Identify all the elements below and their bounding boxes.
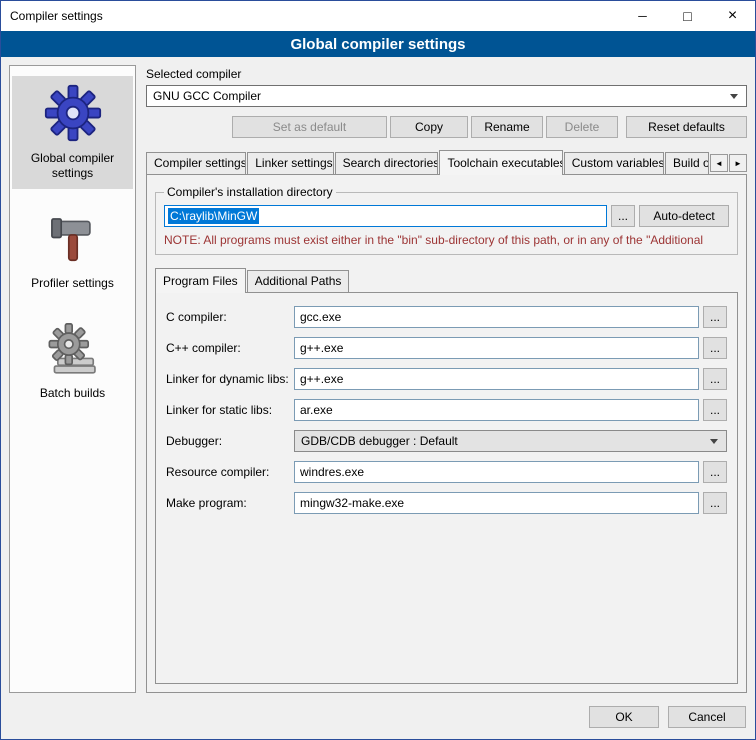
installation-directory-row: C:\raylib\MinGW ... Auto-detect	[164, 205, 729, 227]
resource-compiler-browse-button[interactable]: ...	[703, 461, 727, 483]
tab-scroll-right-button[interactable]: ►	[729, 154, 747, 172]
c-compiler-browse-button[interactable]: ...	[703, 306, 727, 328]
installation-directory-legend: Compiler's installation directory	[164, 185, 336, 199]
delete-button[interactable]: Delete	[546, 116, 618, 138]
install-dir-browse-button[interactable]: ...	[611, 205, 635, 227]
install-dir-value: C:\raylib\MinGW	[168, 208, 259, 224]
tab-scroll-controls: ◄ ►	[710, 154, 747, 174]
make-program-input[interactable]: mingw32-make.exe	[294, 492, 699, 514]
tab-custom-variables[interactable]: Custom variables	[564, 152, 664, 174]
debugger-label: Debugger:	[166, 434, 294, 448]
selected-compiler-dropdown[interactable]: GNU GCC Compiler	[146, 85, 747, 107]
settings-tabstrip: Compiler settings Linker settings Search…	[146, 150, 747, 174]
linker-static-label: Linker for static libs:	[166, 403, 294, 417]
selected-compiler-value: GNU GCC Compiler	[153, 89, 261, 103]
blue-gear-icon	[44, 84, 102, 142]
maximize-button[interactable]: □	[665, 1, 710, 31]
dialog-header: Global compiler settings	[1, 31, 755, 57]
programs-subtabstrip: Program Files Additional Paths	[155, 268, 738, 292]
settings-sidebar: Global compiler settings Profiler settin…	[9, 65, 136, 693]
make-program-label: Make program:	[166, 496, 294, 510]
tab-search-directories[interactable]: Search directories	[335, 152, 439, 174]
close-button[interactable]: ×	[710, 1, 755, 31]
sidebar-item-profiler-settings[interactable]: Profiler settings	[12, 205, 133, 299]
sidebar-item-global-compiler-settings[interactable]: Global compiler settings	[12, 76, 133, 189]
linker-dynamic-value: g++.exe	[300, 372, 343, 386]
cancel-button[interactable]: Cancel	[668, 706, 746, 728]
maximize-icon: □	[683, 8, 691, 24]
program-files-panel: C compiler: gcc.exe ... C++ compiler: g+…	[155, 292, 738, 684]
sidebar-item-label: Global compiler settings	[14, 151, 131, 181]
selected-compiler-label: Selected compiler	[146, 67, 747, 81]
c-compiler-label: C compiler:	[166, 310, 294, 324]
c-compiler-value: gcc.exe	[300, 310, 341, 324]
ok-button[interactable]: OK	[589, 706, 659, 728]
tab-toolchain-executables[interactable]: Toolchain executables	[439, 150, 562, 175]
debugger-value: GDB/CDB debugger : Default	[301, 434, 458, 448]
linker-static-input[interactable]: ar.exe	[294, 399, 699, 421]
linker-dynamic-browse-button[interactable]: ...	[703, 368, 727, 390]
subtab-additional-paths[interactable]: Additional Paths	[247, 270, 350, 292]
tab-linker-settings[interactable]: Linker settings	[247, 152, 333, 174]
linker-dynamic-label: Linker for dynamic libs:	[166, 372, 294, 386]
set-as-default-button[interactable]: Set as default	[232, 116, 387, 138]
window-title: Compiler settings	[1, 9, 103, 23]
form-row-linker-static: Linker for static libs: ar.exe ...	[166, 399, 727, 421]
arrow-left-icon: ◄	[715, 159, 723, 168]
form-row-make-program: Make program: mingw32-make.exe ...	[166, 492, 727, 514]
c-compiler-input[interactable]: gcc.exe	[294, 306, 699, 328]
subtab-program-files[interactable]: Program Files	[155, 268, 246, 293]
tab-compiler-settings[interactable]: Compiler settings	[146, 152, 246, 174]
make-program-browse-button[interactable]: ...	[703, 492, 727, 514]
rename-button[interactable]: Rename	[471, 116, 543, 138]
main-panel: Selected compiler GNU GCC Compiler Set a…	[146, 65, 747, 693]
resource-compiler-value: windres.exe	[300, 465, 364, 479]
form-row-resource-compiler: Resource compiler: windres.exe ...	[166, 461, 727, 483]
sidebar-item-batch-builds[interactable]: Batch builds	[12, 315, 133, 409]
linker-static-browse-button[interactable]: ...	[703, 399, 727, 421]
form-row-linker-dynamic: Linker for dynamic libs: g++.exe ...	[166, 368, 727, 390]
toolchain-executables-panel: Compiler's installation directory C:\ray…	[146, 174, 747, 693]
compiler-actions: Set as default Copy Rename Delete Reset …	[146, 116, 747, 138]
bin-subdirectory-note: NOTE: All programs must exist either in …	[164, 233, 729, 247]
minimize-icon: ─	[638, 9, 647, 23]
sidebar-item-label: Batch builds	[40, 386, 105, 401]
copy-button[interactable]: Copy	[390, 116, 468, 138]
profiler-tool-icon	[46, 213, 100, 267]
gray-gear-stack-icon	[46, 323, 100, 377]
titlebar[interactable]: Compiler settings ─ □ ×	[1, 1, 755, 31]
dialog-footer: OK Cancel	[1, 701, 755, 739]
make-program-value: mingw32-make.exe	[300, 496, 404, 510]
cpp-compiler-label: C++ compiler:	[166, 341, 294, 355]
chevron-down-icon	[710, 439, 718, 444]
linker-static-value: ar.exe	[300, 403, 333, 417]
form-row-cpp-compiler: C++ compiler: g++.exe ...	[166, 337, 727, 359]
dialog-body: Global compiler settings Profiler settin…	[1, 57, 755, 701]
linker-dynamic-input[interactable]: g++.exe	[294, 368, 699, 390]
form-row-debugger: Debugger: GDB/CDB debugger : Default	[166, 430, 727, 452]
cpp-compiler-browse-button[interactable]: ...	[703, 337, 727, 359]
tab-scroll-left-button[interactable]: ◄	[710, 154, 728, 172]
chevron-down-icon	[730, 94, 738, 99]
installation-directory-group: Compiler's installation directory C:\ray…	[155, 185, 738, 255]
cpp-compiler-value: g++.exe	[300, 341, 343, 355]
resource-compiler-input[interactable]: windres.exe	[294, 461, 699, 483]
tab-build-options[interactable]: Build options	[665, 152, 709, 174]
sidebar-item-label: Profiler settings	[31, 276, 114, 291]
install-dir-input[interactable]: C:\raylib\MinGW	[164, 205, 607, 227]
debugger-dropdown[interactable]: GDB/CDB debugger : Default	[294, 430, 727, 452]
reset-defaults-button[interactable]: Reset defaults	[626, 116, 747, 138]
close-icon: ×	[728, 7, 737, 25]
minimize-button[interactable]: ─	[620, 1, 665, 31]
cpp-compiler-input[interactable]: g++.exe	[294, 337, 699, 359]
auto-detect-button[interactable]: Auto-detect	[639, 205, 729, 227]
resource-compiler-label: Resource compiler:	[166, 465, 294, 479]
compiler-settings-window: Compiler settings ─ □ × Global compiler …	[0, 0, 756, 740]
arrow-right-icon: ►	[734, 159, 742, 168]
form-row-c-compiler: C compiler: gcc.exe ...	[166, 306, 727, 328]
window-controls: ─ □ ×	[620, 1, 755, 31]
